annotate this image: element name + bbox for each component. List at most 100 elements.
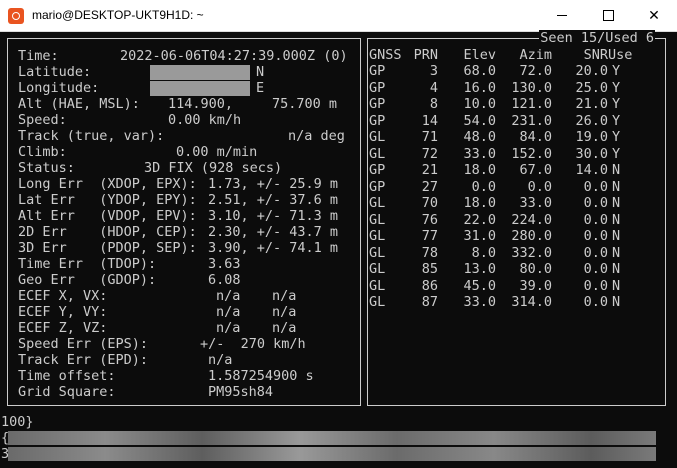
speed-value: 0.00 km/h [168, 112, 242, 128]
alt-err-label: Alt Err (VDOP, EPV): [18, 208, 197, 224]
err-3d-label: 3D Err (PDOP, SEP): [18, 240, 197, 256]
sat-used: Y [612, 145, 621, 162]
sat-elev: 10.0 [463, 96, 496, 112]
redacted-log-line [8, 431, 656, 445]
sat-used: N [612, 244, 621, 261]
redacted-latitude [150, 65, 250, 80]
ecef-z-label: ECEF Z, VZ: [18, 320, 108, 336]
sat-azim: 152.0 [511, 145, 552, 162]
time-err-label: Time Err (TDOP): [18, 256, 157, 272]
sat-prn: 8 [429, 96, 438, 112]
sat-used: N [612, 228, 621, 244]
sat-used: N [612, 211, 621, 228]
time-offset-label: Time offset: [18, 368, 116, 384]
sat-snr: 0.0 [583, 261, 608, 277]
lat-err-value: 2.51, +/- 37.6 m [208, 192, 339, 208]
ecef-z-value: n/a [216, 320, 241, 336]
alt-label: Alt (HAE, MSL): [18, 96, 140, 112]
sat-used: N [612, 277, 621, 294]
speed-label: Speed: [18, 112, 67, 128]
sat-prn: 21 [421, 162, 438, 178]
long-err-value: 1.73, +/- 25.9 m [208, 176, 339, 192]
sat-azim: 280.0 [511, 228, 552, 244]
err-3d-value: 3.90, +/- 74.1 m [208, 240, 339, 256]
ecef-x-value: n/a [216, 288, 241, 304]
status-label: Status: [18, 160, 75, 176]
track-label: Track (true, var): [18, 128, 165, 144]
sat-gnss: GL [369, 145, 386, 162]
sat-azim: 224.0 [511, 211, 552, 228]
err-2d-value: 2.30, +/- 43.7 m [208, 224, 339, 240]
sat-gnss: GL [369, 261, 386, 277]
time-value: 2022-06-06T04:27:39.000Z (0) [120, 48, 348, 64]
sat-azim: 314.0 [511, 294, 552, 310]
sat-used: N [612, 294, 621, 310]
maximize-icon [602, 10, 614, 21]
close-icon: ✕ [648, 7, 660, 24]
sat-snr: 0.0 [583, 244, 608, 261]
sat-used: N [612, 195, 621, 211]
maximize-button[interactable] [585, 0, 631, 31]
sat-snr: 0.0 [583, 294, 608, 310]
grid-square-label: Grid Square: [18, 384, 116, 400]
latitude-hemisphere: N [256, 64, 265, 80]
alt-err-value: 3.10, +/- 71.3 m [208, 208, 339, 224]
sat-azim: 33.0 [519, 195, 552, 211]
sat-prn: 86 [421, 277, 438, 294]
sat-used: N [612, 178, 621, 195]
ecef-y-value: n/a [216, 304, 241, 320]
sat-snr: 0.0 [583, 228, 608, 244]
col-header-snr: SNR [583, 47, 608, 63]
sat-used: N [612, 162, 621, 178]
redacted-longitude [150, 81, 250, 96]
sat-prn: 27 [421, 178, 438, 195]
col-header-elev: Elev [463, 47, 496, 63]
sat-gnss: GP [369, 178, 386, 195]
sat-prn: 77 [421, 228, 438, 244]
sat-elev: 16.0 [463, 79, 496, 96]
alt-hae-value: 114.900, [168, 96, 234, 112]
err-2d-label: 2D Err (HDOP, CEP): [18, 224, 197, 240]
sat-elev: 54.0 [463, 112, 496, 129]
climb-value: 0.00 m/min [176, 144, 258, 160]
sat-used: Y [612, 129, 621, 145]
close-button[interactable]: ✕ [631, 0, 677, 31]
geo-err-label: Geo Err (GDOP): [18, 272, 157, 288]
sat-snr: 0.0 [583, 195, 608, 211]
sat-snr: 0.0 [583, 211, 608, 228]
col-header-azim: Azim [519, 47, 552, 63]
sat-azim: 39.0 [519, 277, 552, 294]
sat-snr: 21.0 [575, 96, 608, 112]
terminal-area[interactable]: Time: 2022-06-06T04:27:39.000Z (0) Latit… [0, 30, 677, 468]
sat-snr: 20.0 [575, 63, 608, 79]
time-label: Time: [18, 48, 59, 64]
satellite-panel: Seen 15/Used 6 GNSS PRN Elev Azim SNR Us… [367, 30, 666, 406]
sat-elev: 33.0 [463, 145, 496, 162]
sat-gnss: GL [369, 277, 386, 294]
minimize-button[interactable] [539, 0, 585, 31]
sat-elev: 45.0 [463, 277, 496, 294]
sat-gnss: GL [369, 129, 386, 145]
longitude-label: Longitude: [18, 80, 100, 96]
sat-prn: 14 [421, 112, 438, 129]
sat-prn: 4 [429, 79, 438, 96]
sat-gnss: GL [369, 228, 386, 244]
sat-gnss: GL [369, 244, 386, 261]
sat-gnss: GP [369, 96, 386, 112]
sat-used: Y [612, 63, 621, 79]
latitude-label: Latitude: [18, 64, 92, 80]
sat-elev: 18.0 [463, 195, 496, 211]
sat-gnss: GP [369, 112, 386, 129]
sat-snr: 19.0 [575, 129, 608, 145]
sat-azim: 130.0 [511, 79, 552, 96]
ecef-vz-value: n/a [272, 320, 297, 336]
sat-prn: 71 [421, 129, 438, 145]
window-title: mario@DESKTOP-UKT9H1D: ~ [32, 8, 204, 22]
sat-prn: 3 [429, 63, 438, 79]
ecef-vx-value: n/a [272, 288, 297, 304]
sat-elev: 68.0 [463, 63, 496, 79]
grid-square-value: PM95sh84 [208, 384, 274, 400]
ubuntu-app-icon[interactable] [8, 8, 24, 24]
sat-azim: 121.0 [511, 96, 552, 112]
ecef-y-label: ECEF Y, VY: [18, 304, 108, 320]
